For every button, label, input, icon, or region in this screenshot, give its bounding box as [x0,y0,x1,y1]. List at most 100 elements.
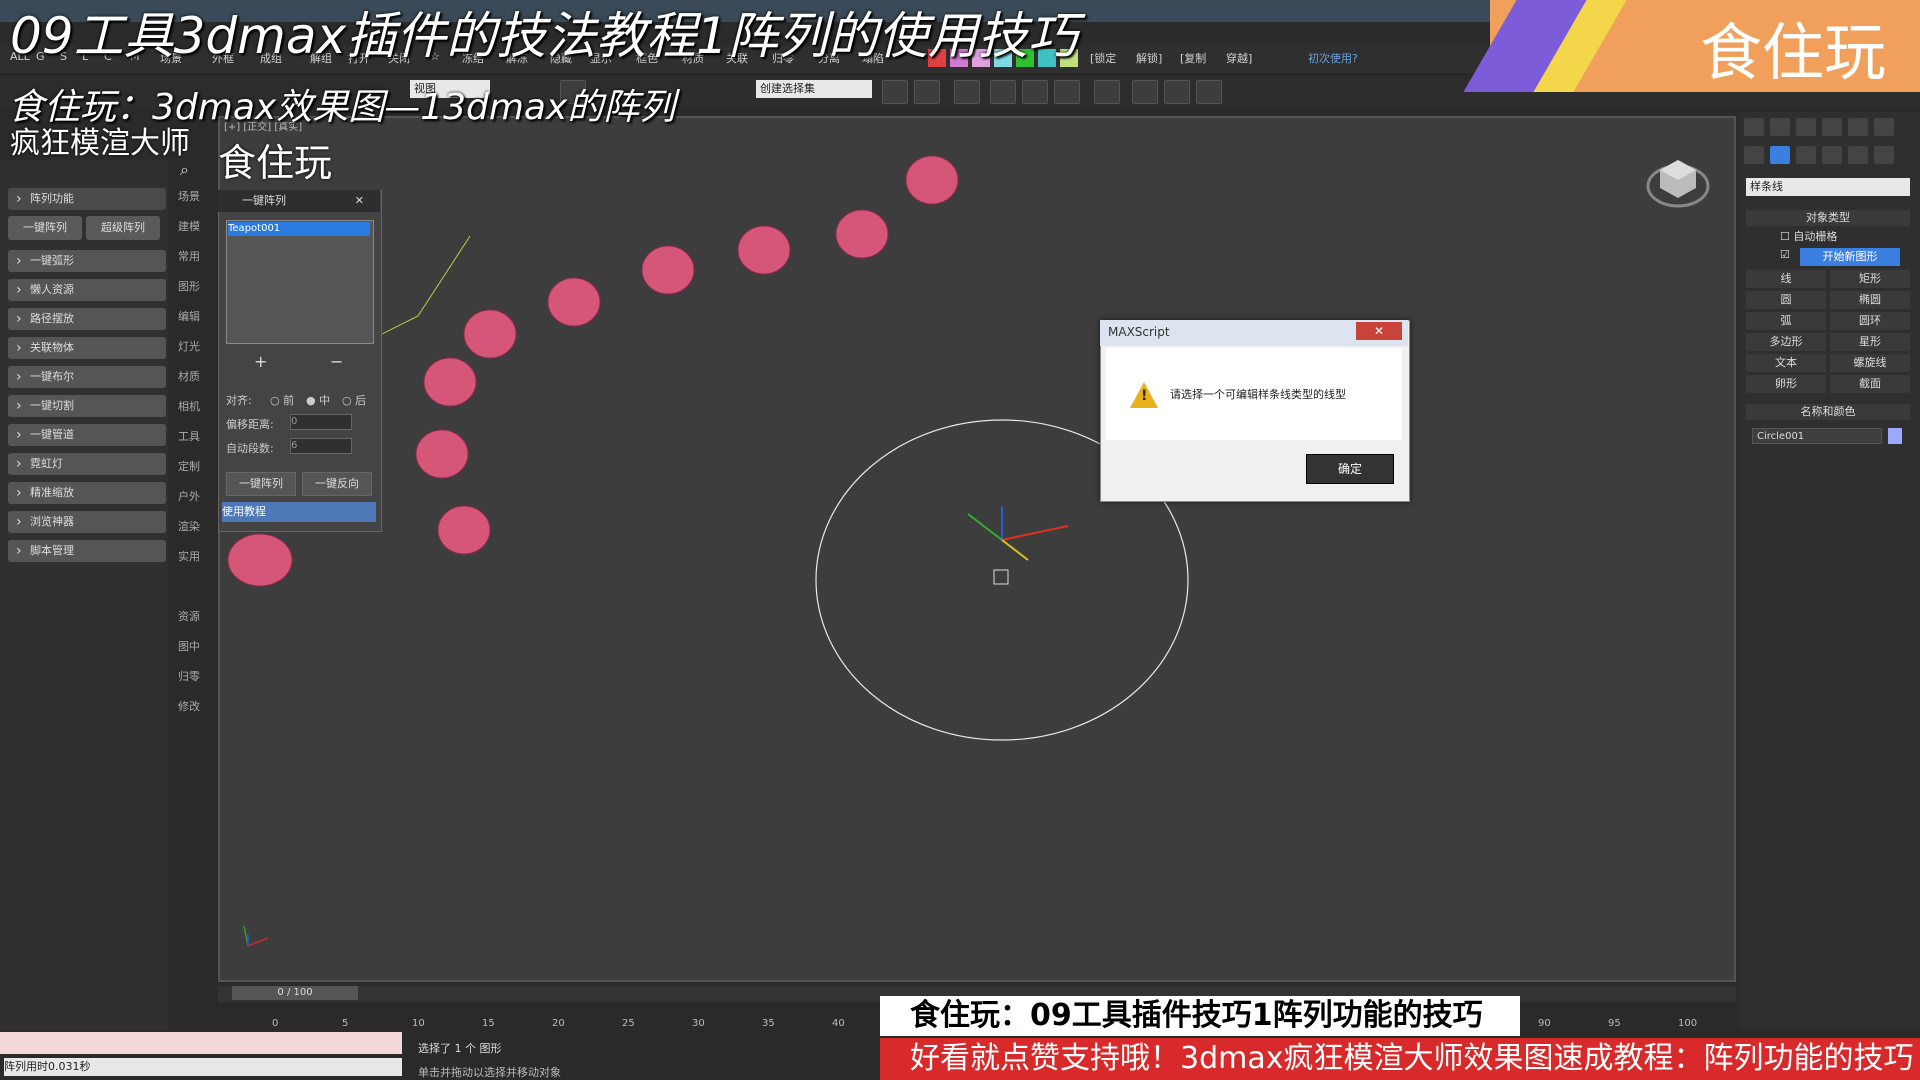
plugin-tab[interactable]: 常用 [178,248,200,264]
plugin-category[interactable]: 一键切割 [8,395,166,417]
render-setup-icon[interactable] [1094,80,1120,104]
object-list[interactable] [226,220,374,344]
plugin-category[interactable]: 霓虹灯 [8,453,166,475]
maxscript-listener[interactable] [0,1032,402,1054]
shapes-icon[interactable] [1770,146,1790,164]
plugin-category[interactable]: 关联物体 [8,337,166,359]
plugin-tab[interactable]: 灯光 [178,338,200,354]
geometry-icon[interactable] [1744,146,1764,164]
cameras-icon[interactable] [1822,146,1842,164]
curve-editor-icon[interactable] [990,80,1016,104]
super-array-button[interactable]: 超级阵列 [86,216,160,240]
shape-button[interactable]: 圆 [1746,291,1826,309]
shape-button[interactable]: 文本 [1746,354,1826,372]
align-option-center[interactable]: ● 中 [306,392,330,408]
shape-button[interactable]: 截面 [1830,375,1910,393]
plugin-tab[interactable]: 相机 [178,398,200,414]
object-name-field[interactable]: Circle001 [1752,428,1882,444]
ok-button[interactable]: 确定 [1306,454,1394,484]
align-icon[interactable] [914,80,940,104]
plugin-category[interactable]: 路径摆放 [8,308,166,330]
toolbar-item[interactable]: [复制 [1180,50,1206,66]
helpers-icon[interactable] [1848,146,1868,164]
plugin-category[interactable]: 一键弧形 [8,250,166,272]
render-frame-icon[interactable] [1132,80,1158,104]
remove-button[interactable]: − [330,352,343,371]
plugin-tab[interactable]: 资源 [178,608,200,624]
plugin-tab[interactable]: 建模 [178,218,200,234]
layer-icon[interactable] [954,80,980,104]
search-icon[interactable]: ⌕ [180,160,189,180]
plugin-category[interactable]: 懒人资源 [8,279,166,301]
close-button[interactable]: ✕ [1356,322,1402,340]
align-option-front[interactable]: ○ 前 [270,392,294,408]
teapot-render-icon[interactable] [1196,80,1222,104]
toolbar-item[interactable]: 穿越] [1226,50,1252,66]
shape-button[interactable]: 椭圆 [1830,291,1910,309]
plugin-tab[interactable]: 工具 [178,428,200,444]
motion-tab-icon[interactable] [1822,118,1842,136]
selection-set-dropdown[interactable]: 创建选择集 [756,80,872,98]
create-tab-icon[interactable] [1744,118,1764,136]
start-new-shape-checkbox[interactable]: ☑ [1780,248,1790,261]
object-type-header[interactable]: 对象类型 [1746,210,1910,226]
toolbar-item[interactable]: 解锁] [1136,50,1162,66]
mirror-icon[interactable] [882,80,908,104]
plugin-category[interactable]: 一键布尔 [8,366,166,388]
modify-tab-icon[interactable] [1770,118,1790,136]
auto-grid-checkbox[interactable]: ☐ 自动栅格 [1780,228,1837,244]
display-tab-icon[interactable] [1848,118,1868,136]
shape-button[interactable]: 线 [1746,270,1826,288]
plugin-tab[interactable]: 场景 [178,188,200,204]
array-button[interactable]: 一键阵列 [226,472,296,496]
plugin-category[interactable]: 浏览神器 [8,511,166,533]
plugin-tab[interactable]: 图中 [178,638,200,654]
material-editor-icon[interactable] [1054,80,1080,104]
plugin-tab[interactable]: 修改 [178,698,200,714]
shape-button[interactable]: 矩形 [1830,270,1910,288]
shape-button[interactable]: 弧 [1746,312,1826,330]
shape-button[interactable]: 卵形 [1746,375,1826,393]
shape-button[interactable]: 螺旋线 [1830,354,1910,372]
one-click-array-button[interactable]: 一键阵列 [8,216,82,240]
help-link[interactable]: 初次使用? [1308,50,1358,66]
add-button[interactable]: + [254,352,267,371]
plugin-tab[interactable]: 图形 [178,278,200,294]
shape-category-dropdown[interactable]: 样条线 [1746,178,1910,196]
plugin-tab[interactable]: 材质 [178,368,200,384]
plugin-tab[interactable]: 归零 [178,668,200,684]
reverse-button[interactable]: 一键反向 [302,472,372,496]
auto-seg-input[interactable]: 6 [290,438,352,454]
object-color-swatch[interactable] [1888,428,1902,444]
plugin-tab[interactable]: 定制 [178,458,200,474]
plugin-tab[interactable]: 编辑 [178,308,200,324]
close-icon[interactable]: ✕ [355,190,364,212]
time-slider[interactable]: 0 / 100 [232,986,358,1000]
plugin-tab[interactable]: 户外 [178,488,200,504]
plugin-category[interactable]: 阵列功能 [8,188,166,210]
align-option-back[interactable]: ○ 后 [342,392,366,408]
plugin-category[interactable]: 脚本管理 [8,540,166,562]
shape-button[interactable]: 圆环 [1830,312,1910,330]
toolbar-item[interactable]: [锁定 [1090,50,1116,66]
teapot [641,245,695,295]
spacewarps-icon[interactable] [1874,146,1894,164]
lights-icon[interactable] [1796,146,1816,164]
viewcube[interactable] [1646,148,1710,212]
list-item[interactable]: Teapot001 [228,222,370,236]
render-icon[interactable] [1164,80,1190,104]
shape-button[interactable]: 星形 [1830,333,1910,351]
start-new-shape-button[interactable]: 开始新图形 [1800,248,1900,266]
plugin-category[interactable]: 精准缩放 [8,482,166,504]
shape-button[interactable]: 多边形 [1746,333,1826,351]
teapot [835,209,889,259]
utilities-tab-icon[interactable] [1874,118,1894,136]
tutorial-link[interactable]: 使用教程 [222,502,376,522]
plugin-tab[interactable]: 实用 [178,548,200,564]
name-color-header[interactable]: 名称和颜色 [1746,404,1910,420]
schematic-icon[interactable] [1022,80,1048,104]
plugin-tab[interactable]: 渲染 [178,518,200,534]
plugin-category[interactable]: 一键管道 [8,424,166,446]
offset-input[interactable]: 0 [290,414,352,430]
hierarchy-tab-icon[interactable] [1796,118,1816,136]
